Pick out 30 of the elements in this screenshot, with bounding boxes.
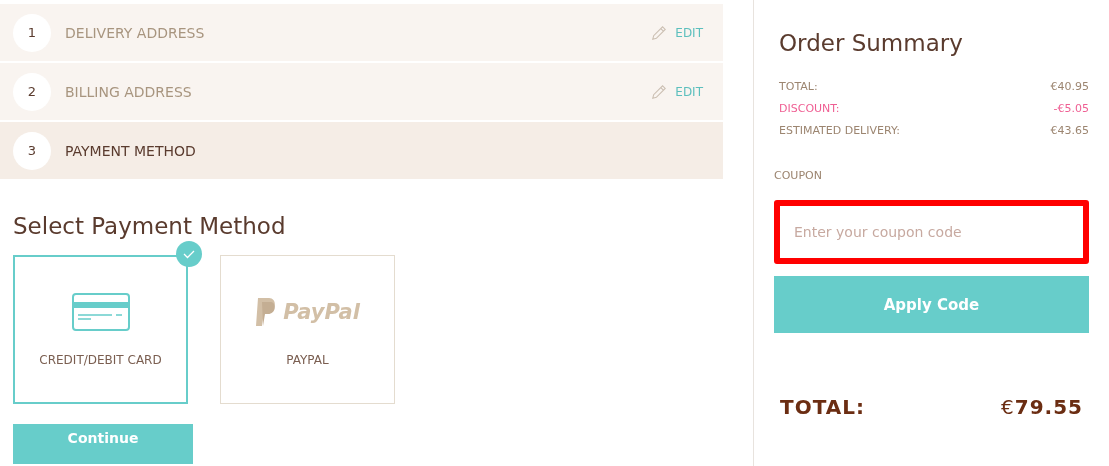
coupon-field[interactable]: Enter your coupon code	[774, 200, 1089, 264]
option-label: PAYPAL	[286, 352, 329, 367]
step-number: 3	[13, 131, 51, 170]
summary-label: TOTAL:	[779, 80, 818, 93]
total-label: TOTAL:	[780, 395, 865, 419]
step-number: 2	[13, 72, 51, 111]
payment-option[interactable]: PayPal PAYPAL	[220, 255, 395, 404]
pencil-icon[interactable]	[651, 24, 668, 41]
step-number: 1	[13, 13, 51, 52]
checkout-step[interactable]: 3 PAYMENT METHOD	[0, 122, 723, 179]
step-title: PAYMENT METHOD	[65, 142, 197, 159]
step-title: BILLING ADDRESS	[65, 83, 193, 100]
option-label: CREDIT/DEBIT CARD	[39, 352, 162, 367]
coupon-label: COUPON	[774, 169, 823, 182]
credit-card-icon	[71, 292, 130, 331]
summary-title: Order Summary	[779, 30, 964, 56]
total-amount: €79.55	[1001, 395, 1083, 419]
summary-value: -€5.05	[1053, 102, 1089, 115]
summary-value: €40.95	[1050, 80, 1089, 93]
paypal-logo: PayPal	[255, 292, 360, 331]
checkout-step[interactable]: 2 BILLING ADDRESS EDIT	[0, 63, 723, 120]
summary-label: DISCOUNT:	[779, 102, 840, 115]
summary-value: €43.65	[1050, 124, 1089, 137]
pencil-icon[interactable]	[651, 83, 668, 100]
payment-option[interactable]: CREDIT/DEBIT CARD	[13, 255, 188, 404]
step-title: DELIVERY ADDRESS	[65, 24, 206, 41]
checkout-step[interactable]: 1 DELIVERY ADDRESS EDIT	[0, 4, 723, 61]
summary-label: ESTIMATED DELIVERY:	[779, 124, 900, 137]
section-title: Select Payment Method	[13, 213, 287, 239]
check-icon	[176, 241, 202, 267]
